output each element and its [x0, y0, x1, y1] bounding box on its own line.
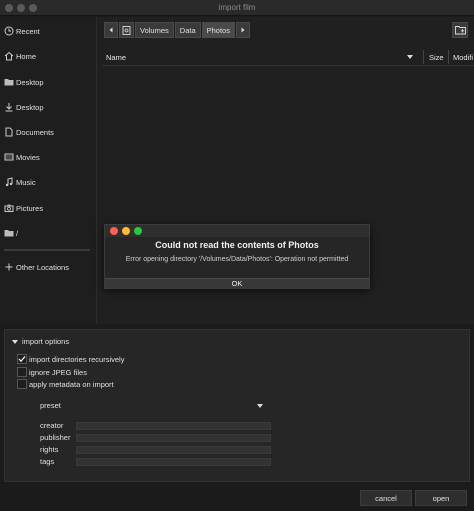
sidebar-item-label: Pictures: [16, 203, 44, 213]
sidebar-item-label: Recent: [16, 26, 40, 36]
import-options-panel: import options import directories recurs…: [4, 329, 470, 482]
document-icon: [5, 127, 13, 137]
sidebar-item-label: Desktop: [16, 102, 44, 112]
dialog-title-bar: [105, 225, 369, 237]
sidebar-item-label: Desktop: [16, 77, 44, 87]
camera-icon: [4, 204, 14, 212]
sidebar-item-home[interactable]: Home: [4, 49, 92, 63]
chevron-down-icon[interactable]: [257, 404, 263, 408]
apply-metadata-checkbox[interactable]: [17, 379, 27, 389]
folder-icon: [4, 230, 14, 237]
sidebar-item-recent[interactable]: Recent: [4, 24, 92, 38]
sidebar-item-label: Music: [16, 177, 36, 187]
new-folder-button[interactable]: [452, 22, 468, 38]
sidebar-item-label: Documents: [16, 127, 54, 137]
clock-icon: [4, 26, 14, 36]
publisher-field[interactable]: [76, 434, 271, 442]
checkmark-icon: [18, 356, 26, 363]
sidebar-item-music[interactable]: Music: [4, 175, 92, 189]
sidebar-item-label: Other Locations: [16, 262, 69, 272]
new-folder-icon: [454, 26, 466, 35]
dialog-close-button[interactable]: [110, 227, 118, 235]
dialog-title: Could not read the contents of Photos: [155, 240, 319, 250]
path-segment-data[interactable]: Data: [174, 22, 201, 38]
folder-icon: [4, 79, 14, 86]
expand-triangle-icon: [12, 339, 18, 344]
cancel-button[interactable]: cancel: [360, 490, 412, 506]
column-size[interactable]: Size: [429, 53, 444, 62]
plus-icon: [5, 263, 13, 271]
preset-dropdown[interactable]: preset: [40, 401, 61, 410]
path-forward-button[interactable]: [235, 22, 250, 38]
sidebar-divider: [4, 249, 90, 251]
film-icon: [4, 153, 14, 161]
sidebar-item-label: Home: [16, 51, 37, 61]
column-header: Name Size Modifi: [102, 48, 474, 66]
sidebar-item-label: Movies: [16, 152, 40, 162]
checkbox-label: apply metadata on import: [29, 379, 114, 389]
ignore-jpeg-checkbox[interactable]: [17, 367, 27, 377]
column-divider: [448, 50, 449, 64]
path-segment-photos[interactable]: Photos: [201, 22, 235, 38]
column-name[interactable]: Name: [106, 53, 126, 62]
recursive-checkbox[interactable]: [17, 354, 27, 364]
path-bar: Volumes Data Photos: [104, 22, 250, 38]
chevron-left-icon: [109, 27, 113, 33]
sidebar-item-movies[interactable]: Movies: [4, 150, 92, 164]
tags-label: tags: [40, 457, 55, 466]
column-modified[interactable]: Modifi: [453, 53, 473, 62]
sidebar-item-desktop[interactable]: Desktop: [4, 75, 92, 89]
sidebar-item-downloads[interactable]: Desktop: [4, 100, 92, 114]
apply-metadata-checkbox-row[interactable]: apply metadata on import: [17, 379, 114, 389]
chevron-right-icon: [241, 27, 245, 33]
dialog-minimize-button[interactable]: [122, 227, 130, 235]
sidebar: Recent Home Desktop Desktop Documents Mo…: [0, 17, 96, 324]
download-icon: [5, 103, 13, 112]
rights-field[interactable]: [76, 446, 271, 454]
error-dialog: Could not read the contents of Photos Er…: [104, 224, 370, 289]
sidebar-item-other-locations[interactable]: Other Locations: [4, 260, 92, 274]
home-icon: [4, 51, 14, 61]
column-divider: [423, 50, 424, 64]
tags-field[interactable]: [76, 458, 271, 466]
import-options-header: import options: [22, 337, 70, 346]
sidebar-item-pictures[interactable]: Pictures: [4, 201, 92, 215]
sidebar-item-label: /: [16, 228, 19, 238]
rights-label: rights: [40, 445, 59, 454]
creator-field[interactable]: [76, 422, 271, 430]
path-back-button[interactable]: [104, 22, 118, 38]
dialog-maximize-button[interactable]: [134, 227, 142, 235]
creator-label: creator: [40, 421, 64, 430]
drive-icon: [122, 25, 131, 35]
ok-button[interactable]: OK: [105, 278, 369, 288]
import-options-expander[interactable]: import options: [12, 337, 69, 346]
path-segment-volumes[interactable]: Volumes: [135, 22, 174, 38]
sidebar-item-documents[interactable]: Documents: [4, 125, 92, 139]
checkbox-label: ignore JPEG files: [29, 367, 87, 377]
ignore-jpeg-checkbox-row[interactable]: ignore JPEG files: [17, 367, 87, 377]
sidebar-item-root[interactable]: /: [4, 226, 92, 240]
path-root-button[interactable]: [119, 22, 134, 38]
publisher-label: publisher: [40, 433, 71, 442]
checkbox-label: import directories recursively: [29, 354, 125, 364]
open-button[interactable]: open: [415, 490, 467, 506]
recursive-checkbox-row[interactable]: import directories recursively: [17, 354, 124, 364]
sort-descending-icon[interactable]: [407, 55, 413, 59]
music-icon: [5, 177, 13, 187]
dialog-message: Error opening directory '/Volumes/Data/P…: [125, 256, 349, 263]
title-bar: import film: [0, 0, 474, 16]
window-title: import film: [218, 3, 256, 12]
